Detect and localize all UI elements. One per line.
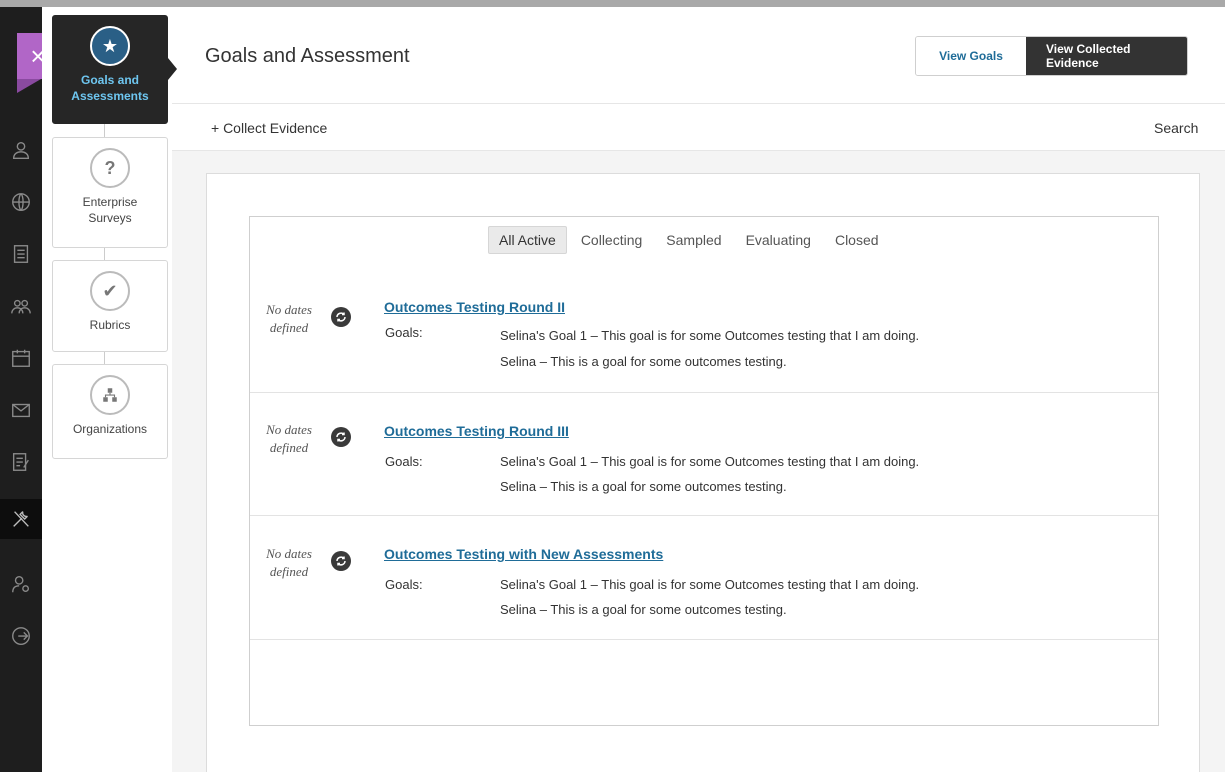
grades-icon[interactable] xyxy=(8,449,34,475)
goal-text: Selina – This is a goal for some outcome… xyxy=(500,479,787,494)
tool-goals-and-assessments[interactable]: ★ Goals and Assessments xyxy=(52,15,168,124)
user-settings-icon[interactable] xyxy=(8,571,34,597)
org-chart-icon xyxy=(90,375,130,415)
close-flag xyxy=(17,79,41,93)
tool-label: Organizations xyxy=(72,422,148,436)
page-title: Goals and Assessment xyxy=(205,45,410,67)
global-nav-rail xyxy=(0,7,42,772)
tool-label: Goals and Assessments xyxy=(71,73,149,103)
tool-enterprise-surveys[interactable]: ? Enterprise Surveys xyxy=(52,137,168,248)
sync-icon xyxy=(331,551,351,571)
goals-label: Goals: xyxy=(385,577,423,592)
tools-icon[interactable] xyxy=(0,499,42,539)
view-collected-evidence-button[interactable]: View Collected Evidence xyxy=(1026,37,1187,75)
filter-all-active[interactable]: All Active xyxy=(488,226,567,254)
checkmark-icon: ✔ xyxy=(90,271,130,311)
tool-organizations[interactable]: Organizations xyxy=(52,364,168,459)
question-icon: ? xyxy=(90,148,130,188)
goal-text: Selina – This is a goal for some outcome… xyxy=(500,354,787,369)
goal-text: Selina's Goal 1 – This goal is for some … xyxy=(500,328,920,343)
action-bar xyxy=(172,103,1225,151)
tool-rubrics[interactable]: ✔ Rubrics xyxy=(52,260,168,352)
view-goals-button[interactable]: View Goals xyxy=(916,37,1026,75)
filter-evaluating[interactable]: Evaluating xyxy=(736,227,821,253)
list-item: No dates defined Outcomes Testing Round … xyxy=(250,393,1158,516)
filter-sampled[interactable]: Sampled xyxy=(656,227,731,253)
user-icon[interactable] xyxy=(8,137,34,163)
star-icon: ★ xyxy=(90,26,130,66)
calendar-icon[interactable] xyxy=(8,345,34,371)
goals-label: Goals: xyxy=(385,454,423,469)
search-link[interactable]: Search xyxy=(1154,120,1198,136)
filter-collecting[interactable]: Collecting xyxy=(571,227,652,253)
goal-text: Selina's Goal 1 – This goal is for some … xyxy=(500,454,920,469)
dates-label: No dates defined xyxy=(266,546,312,579)
collection-title-link[interactable]: Outcomes Testing Round III xyxy=(384,423,569,439)
tool-label: Rubrics xyxy=(89,318,131,332)
dates-label: No dates defined xyxy=(266,422,312,455)
list-item: No dates defined Outcomes Testing with N… xyxy=(250,516,1158,640)
globe-icon[interactable] xyxy=(8,189,34,215)
list-item: No dates defined Outcomes Testing Round … xyxy=(250,287,1158,393)
courses-icon[interactable] xyxy=(8,241,34,267)
sync-icon xyxy=(331,427,351,447)
goal-text: Selina – This is a goal for some outcome… xyxy=(500,602,787,617)
collection-title-link[interactable]: Outcomes Testing with New Assessments xyxy=(384,546,663,562)
active-tool-arrow xyxy=(168,58,177,80)
filter-closed[interactable]: Closed xyxy=(825,227,889,253)
collection-title-link[interactable]: Outcomes Testing Round II xyxy=(384,299,565,315)
sync-icon xyxy=(331,307,351,327)
goal-text: Selina's Goal 1 – This goal is for some … xyxy=(500,577,920,592)
mail-icon[interactable] xyxy=(8,397,34,423)
collect-evidence-button[interactable]: + Collect Evidence xyxy=(211,120,327,136)
sign-out-icon[interactable] xyxy=(8,623,34,649)
status-filter: All Active Collecting Sampled Evaluating… xyxy=(488,226,893,254)
groups-icon[interactable] xyxy=(8,293,34,319)
view-toggle: View Goals View Collected Evidence xyxy=(915,36,1188,76)
tool-label: Enterprise Surveys xyxy=(82,195,138,225)
goals-label: Goals: xyxy=(385,325,423,340)
dates-label: No dates defined xyxy=(266,302,312,335)
top-strip xyxy=(0,0,1225,7)
